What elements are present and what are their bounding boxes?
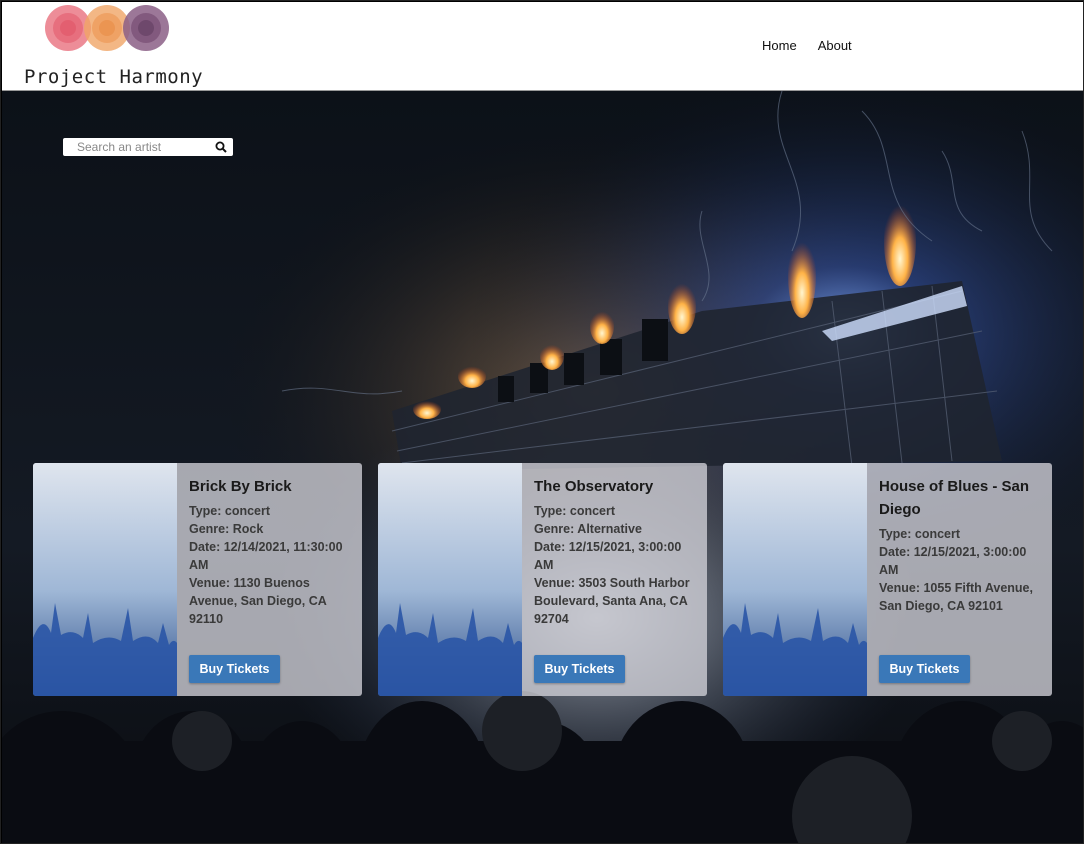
search-input[interactable]	[77, 140, 217, 154]
event-title: Brick By Brick	[189, 478, 292, 495]
nav-about-link[interactable]: About	[818, 38, 852, 53]
event-thumbnail-image	[33, 463, 177, 696]
artist-search	[63, 138, 233, 156]
event-details: Brick By Brick Type: concert Genre: Rock…	[189, 475, 354, 628]
event-venue: Venue: 1130 Buenos Avenue, San Diego, CA…	[189, 576, 327, 626]
event-date: Date: 12/15/2021, 3:00:00 AM	[534, 540, 682, 572]
main-nav: Home About	[762, 38, 852, 53]
buy-tickets-button[interactable]: Buy Tickets	[879, 655, 970, 683]
event-type: Type: concert	[189, 504, 271, 518]
event-date: Date: 12/14/2021, 11:30:00 AM	[189, 540, 343, 572]
event-venue: Venue: 3503 South Harbor Boulevard, Sant…	[534, 576, 690, 626]
search-icon[interactable]	[215, 141, 227, 153]
event-card: The Observatory Type: concert Genre: Alt…	[378, 463, 707, 696]
brand-name: Project Harmony	[24, 66, 204, 88]
event-title: House of Blues - San Diego	[879, 478, 1030, 518]
event-venue: Venue: 1055 Fifth Avenue, San Diego, CA …	[879, 581, 1033, 613]
event-date: Date: 12/15/2021, 3:00:00 AM	[879, 545, 1027, 577]
event-title: The Observatory	[534, 478, 654, 495]
app-window: Project Harmony Home About Search an art…	[0, 0, 1084, 844]
event-genre: Genre: Alternative	[534, 522, 642, 536]
buy-tickets-button[interactable]: Buy Tickets	[189, 655, 280, 683]
brand-logo[interactable]: Project Harmony	[24, 2, 203, 90]
event-details: House of Blues - San Diego Type: concert…	[879, 475, 1044, 615]
event-thumbnail-image	[378, 463, 522, 696]
event-card: House of Blues - San Diego Type: concert…	[723, 463, 1052, 696]
event-card: Brick By Brick Type: concert Genre: Rock…	[33, 463, 362, 696]
event-type: Type: concert	[879, 527, 961, 541]
hero-section: Brick By Brick Type: concert Genre: Rock…	[2, 91, 1083, 843]
event-type: Type: concert	[534, 504, 616, 518]
event-thumbnail-image	[723, 463, 867, 696]
event-details: The Observatory Type: concert Genre: Alt…	[534, 475, 699, 628]
event-genre: Genre: Rock	[189, 522, 264, 536]
site-header: Project Harmony Home About	[2, 2, 1083, 91]
nav-home-link[interactable]: Home	[762, 38, 797, 53]
logo-circles-icon	[45, 5, 169, 51]
buy-tickets-button[interactable]: Buy Tickets	[534, 655, 625, 683]
